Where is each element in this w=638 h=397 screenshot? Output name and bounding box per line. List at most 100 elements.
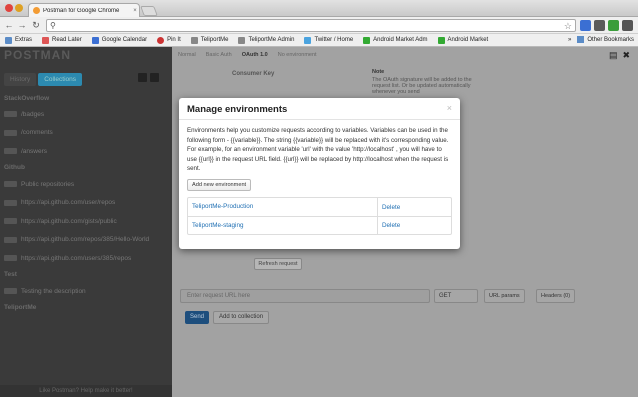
delete-environment-link[interactable]: Delete	[378, 204, 400, 211]
globe-icon	[190, 36, 198, 44]
bookmark-item[interactable]: Google Calendar	[87, 36, 152, 44]
import-collection-icon[interactable]	[150, 73, 159, 82]
tab-basic-auth[interactable]: Basic Auth	[206, 52, 232, 58]
method-badge	[4, 148, 17, 155]
forward-icon[interactable]: →	[17, 20, 27, 30]
url-row: Enter request URL here GET URL params He…	[180, 289, 590, 303]
headers-button[interactable]: Headers (0)	[536, 289, 576, 303]
browser-toolbar: ← → ↻ ⚲ ☆	[0, 17, 638, 34]
other-bookmarks[interactable]: Other Bookmarks	[587, 37, 634, 43]
bookmark-item[interactable]: Extras	[0, 36, 37, 44]
window-titlebar: Postman for Google Chrome ×	[0, 0, 638, 17]
request-url-input[interactable]: Enter request URL here	[180, 289, 430, 303]
minimize-window-button[interactable]	[15, 4, 23, 12]
table-row: TeliportMe-Production Delete	[188, 198, 451, 216]
method-select[interactable]: GET	[434, 289, 478, 303]
collection-header[interactable]: Github	[0, 161, 172, 175]
globe-icon	[238, 36, 246, 44]
new-collection-icon[interactable]	[138, 73, 147, 82]
extension-icon[interactable]	[608, 20, 619, 31]
tab-collections[interactable]: Collections	[38, 73, 83, 86]
bookmarks-bar: Extras Read Later Google Calendar Pin It…	[0, 34, 638, 47]
address-bar[interactable]: ⚲ ☆	[46, 19, 576, 32]
postman-logo: POSTMAN	[4, 48, 71, 62]
table-row: TeliportMe-staging Delete	[188, 216, 451, 235]
add-environment-button[interactable]: Add new environment	[187, 179, 252, 191]
search-icon: ⚲	[50, 21, 56, 30]
collection-header[interactable]: Test	[0, 268, 172, 282]
close-window-button[interactable]	[5, 4, 13, 12]
environment-name-link[interactable]: TeliportMe-Production	[188, 198, 378, 216]
reload-icon[interactable]: ↻	[31, 20, 41, 30]
twitter-icon	[304, 36, 312, 44]
method-badge	[4, 288, 17, 295]
bookmark-item[interactable]: TeliportMe Admin	[233, 36, 299, 44]
bookmarks-overflow-icon[interactable]: »	[568, 37, 571, 43]
modal-description: Environments help you customize requests…	[187, 127, 449, 173]
tab-history[interactable]: History	[4, 73, 37, 86]
collection-header[interactable]: TeliportMe	[0, 300, 172, 314]
back-icon[interactable]: ←	[4, 20, 14, 30]
list-item[interactable]: https://api.github.com/gists/public	[0, 212, 172, 231]
list-item[interactable]: Testing the description	[0, 282, 172, 301]
method-badge	[4, 129, 17, 136]
modal-header: Manage environments ×	[179, 98, 460, 120]
list-item[interactable]: /answers	[0, 142, 172, 161]
pin-icon	[157, 36, 165, 44]
settings-icon[interactable]: ✖	[622, 50, 630, 61]
bookmark-item[interactable]: Read Later	[37, 36, 87, 44]
collection-list: StackOverflow /badges /comments /answers…	[0, 91, 172, 314]
method-badge	[4, 255, 17, 262]
url-params-button[interactable]: URL params	[484, 289, 525, 303]
bookmark-item[interactable]: Twitter / Home	[299, 36, 358, 44]
method-badge	[4, 199, 17, 206]
postman-favicon-icon	[33, 7, 40, 14]
feedback-footer[interactable]: Like Postman? Help make it better!	[0, 385, 172, 397]
wrench-menu-icon[interactable]	[622, 20, 633, 31]
list-item[interactable]: /badges	[0, 105, 172, 124]
environment-name-link[interactable]: TeliportMe-staging	[188, 216, 378, 235]
sidebar: POSTMAN History Collections StackOverflo…	[0, 47, 172, 397]
tab-close-icon[interactable]: ×	[131, 8, 139, 14]
folder-icon	[5, 36, 12, 44]
list-item[interactable]: Public repositories	[0, 175, 172, 194]
bookmark-item[interactable]: Android Market Adm	[358, 36, 432, 44]
bookmark-item[interactable]: Android Market	[433, 36, 494, 44]
extension-icon[interactable]	[594, 20, 605, 31]
list-item[interactable]: /comments	[0, 124, 172, 143]
android-icon	[363, 36, 371, 44]
tab-title: Postman for Google Chrome	[43, 7, 120, 14]
list-item[interactable]: https://api.github.com/users/385/repos	[0, 249, 172, 268]
android-icon	[437, 36, 445, 44]
bookmark-icon	[42, 36, 50, 44]
collection-header[interactable]: StackOverflow	[0, 91, 172, 105]
modal-title: Manage environments	[187, 104, 288, 115]
list-item[interactable]: https://api.github.com/user/repos	[0, 193, 172, 212]
method-badge	[4, 218, 17, 225]
tab-normal[interactable]: Normal	[178, 52, 196, 58]
note-title: Note	[372, 69, 385, 75]
oauth-note: Note The OAuth signature will be added t…	[372, 69, 472, 95]
add-to-collection-button[interactable]: Add to collection	[213, 311, 270, 324]
refresh-request-button[interactable]: Refresh request	[254, 258, 302, 270]
bookmark-item[interactable]: TeliportMe	[186, 36, 234, 44]
browser-tab[interactable]: Postman for Google Chrome ×	[28, 3, 140, 17]
manage-environments-modal: Manage environments × Environments help …	[179, 98, 460, 249]
environment-selector[interactable]: No environment	[278, 52, 317, 58]
new-tab-button[interactable]	[140, 6, 158, 16]
sidebar-tabs: History Collections	[4, 73, 83, 86]
tab-oauth[interactable]: OAuth 1.0	[242, 52, 268, 58]
delete-environment-link[interactable]: Delete	[378, 222, 400, 229]
method-badge	[4, 111, 17, 118]
bookmark-star-icon[interactable]: ☆	[564, 21, 572, 32]
send-button[interactable]: Send	[185, 311, 209, 324]
consumer-key-label: Consumer Key	[232, 71, 275, 77]
keyboard-icon[interactable]: ▤	[609, 50, 618, 61]
method-badge	[4, 181, 17, 188]
method-badge	[4, 236, 17, 243]
auth-tabs: Normal Basic Auth OAuth 1.0 No environme…	[178, 52, 317, 58]
list-item[interactable]: https://api.github.com/repos/385/Hello-W…	[0, 231, 172, 250]
extension-icon[interactable]	[580, 20, 591, 31]
bookmark-item[interactable]: Pin It	[152, 36, 186, 44]
close-icon[interactable]: ×	[447, 103, 452, 113]
